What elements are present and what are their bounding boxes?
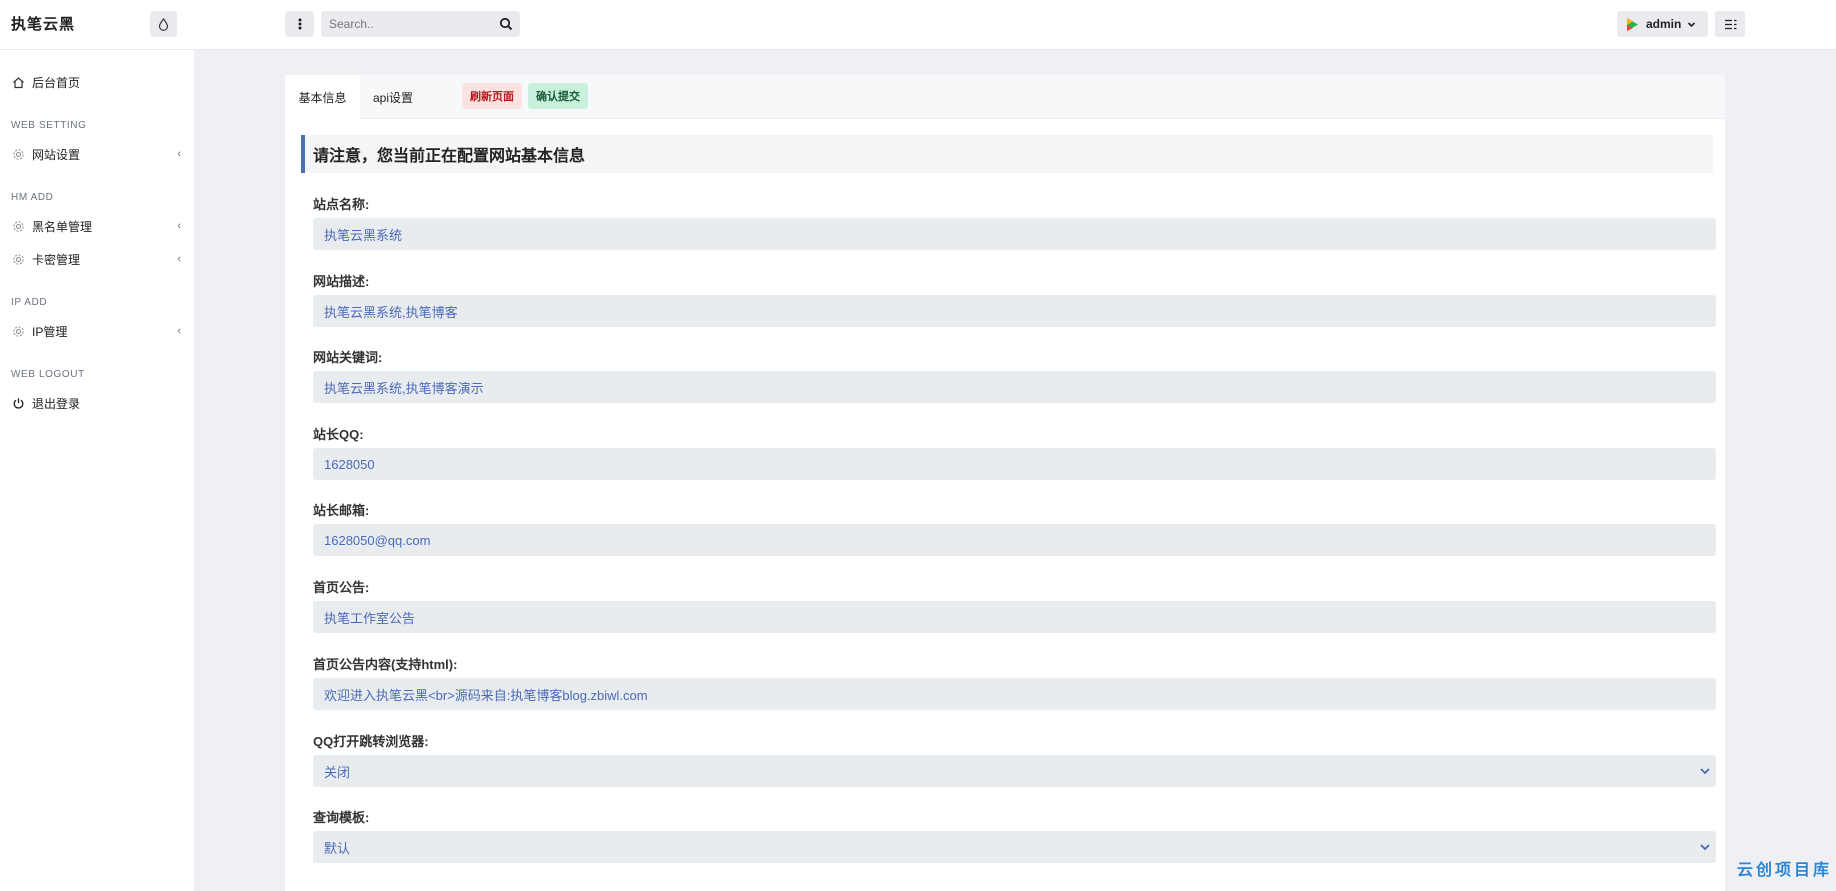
admin-qq-label: 站长QQ: xyxy=(313,427,364,442)
card-header: 基本信息 api设置 刷新页面 确认提交 xyxy=(285,75,1725,119)
site-description-input[interactable]: 执笔云黑系统,执笔博客 xyxy=(313,295,1716,327)
site-keywords-label: 网站关键词: xyxy=(313,350,383,365)
chevron-left-icon: ‹ xyxy=(177,253,181,265)
site-name-label: 站点名称: xyxy=(313,197,370,212)
sidebar-item-card-keys[interactable]: 卡密管理 ‹ xyxy=(0,246,194,272)
settings-card: 基本信息 api设置 刷新页面 确认提交 请注意，您当前正在配置网站基本信息 站… xyxy=(285,75,1725,891)
droplet-icon xyxy=(158,17,169,31)
site-name-input[interactable]: 执笔云黑系统 xyxy=(313,218,1716,250)
sidebar-item-label: 卡密管理 xyxy=(32,252,81,267)
query-template-label: 查询模板: xyxy=(313,810,370,825)
chevron-down-icon xyxy=(1700,768,1710,775)
gear-icon xyxy=(13,148,24,160)
submit-button[interactable]: 确认提交 xyxy=(528,83,588,109)
tab-basic-info[interactable]: 基本信息 xyxy=(285,75,360,119)
sidebar-heading: WEB LOGOUT xyxy=(11,369,85,380)
tab-api-settings[interactable]: api设置 xyxy=(360,75,426,119)
avatar-icon xyxy=(1627,17,1638,31)
sidebar-item-home[interactable]: 后台首页 xyxy=(0,69,194,95)
menu-list-icon xyxy=(1724,19,1736,29)
user-menu-button[interactable]: admin xyxy=(1617,11,1708,37)
gear-icon xyxy=(13,253,24,265)
side-overlay-toggle-button[interactable] xyxy=(1715,11,1745,37)
chevron-left-icon: ‹ xyxy=(177,148,181,160)
chevron-down-icon xyxy=(1688,21,1696,27)
sidebar-item-label: IP管理 xyxy=(32,324,68,339)
chevron-left-icon: ‹ xyxy=(177,220,181,232)
sidebar-item-logout[interactable]: 退出登录 xyxy=(0,390,194,416)
home-icon xyxy=(13,76,24,88)
homepage-notice-label: 首页公告: xyxy=(313,580,370,595)
sidebar-toggle-button[interactable] xyxy=(285,11,314,37)
query-template-select[interactable]: 默认 xyxy=(313,831,1716,863)
sidebar-item-label: 黑名单管理 xyxy=(32,219,93,234)
sidebar: 后台首页 WEB SETTING 网站设置 ‹ HM ADD 黑名单管理 ‹ 卡… xyxy=(0,50,194,891)
qq-redirect-label: QQ打开跳转浏览器: xyxy=(313,734,429,749)
sidebar-heading: IP ADD xyxy=(11,297,48,308)
homepage-notice-content-label: 首页公告内容(支持html): xyxy=(313,657,458,672)
homepage-notice-input[interactable]: 执笔工作室公告 xyxy=(313,601,1716,633)
search-icon[interactable] xyxy=(499,17,513,31)
chevron-left-icon: ‹ xyxy=(177,325,181,337)
site-keywords-input[interactable]: 执笔云黑系统,执笔博客演示 xyxy=(313,371,1716,403)
sidebar-item-web-settings[interactable]: 网站设置 ‹ xyxy=(0,141,194,167)
chevron-down-icon xyxy=(1700,844,1710,851)
admin-email-label: 站长邮箱: xyxy=(313,503,370,518)
query-template-selected-value: 默认 xyxy=(324,840,351,856)
search-box xyxy=(321,11,520,37)
search-input[interactable] xyxy=(321,11,491,37)
notice-heading: 请注意，您当前正在配置网站基本信息 xyxy=(301,135,1713,173)
theme-toggle-button[interactable] xyxy=(150,11,177,37)
watermark-text: 云创项目库 xyxy=(1737,862,1833,879)
sidebar-heading: WEB SETTING xyxy=(11,120,87,131)
user-name: admin xyxy=(1646,17,1682,31)
sidebar-heading: HM ADD xyxy=(11,192,54,203)
top-navbar: 执笔云黑 admin xyxy=(0,0,1836,50)
gear-icon xyxy=(13,220,24,232)
gear-icon xyxy=(13,325,24,337)
brand-logo-text[interactable]: 执笔云黑 xyxy=(11,13,75,34)
vertical-dots-icon xyxy=(298,18,301,30)
admin-qq-input[interactable]: 1628050 xyxy=(313,448,1716,480)
sidebar-item-ip[interactable]: IP管理 ‹ xyxy=(0,318,194,344)
qq-redirect-selected-value: 关闭 xyxy=(324,764,351,780)
admin-email-input[interactable]: 1628050@qq.com xyxy=(313,524,1716,556)
sidebar-item-label: 后台首页 xyxy=(32,75,81,90)
power-icon xyxy=(13,397,24,409)
sidebar-item-blacklist[interactable]: 黑名单管理 ‹ xyxy=(0,213,194,239)
sidebar-item-label: 退出登录 xyxy=(32,396,81,411)
qq-redirect-select[interactable]: 关闭 xyxy=(313,755,1716,787)
sidebar-item-label: 网站设置 xyxy=(32,147,81,162)
homepage-notice-content-input[interactable]: 欢迎进入执笔云黑<br>源码来自:执笔博客blog.zbiwl.com xyxy=(313,678,1716,710)
site-description-label: 网站描述: xyxy=(313,274,370,289)
refresh-page-button[interactable]: 刷新页面 xyxy=(462,83,522,109)
